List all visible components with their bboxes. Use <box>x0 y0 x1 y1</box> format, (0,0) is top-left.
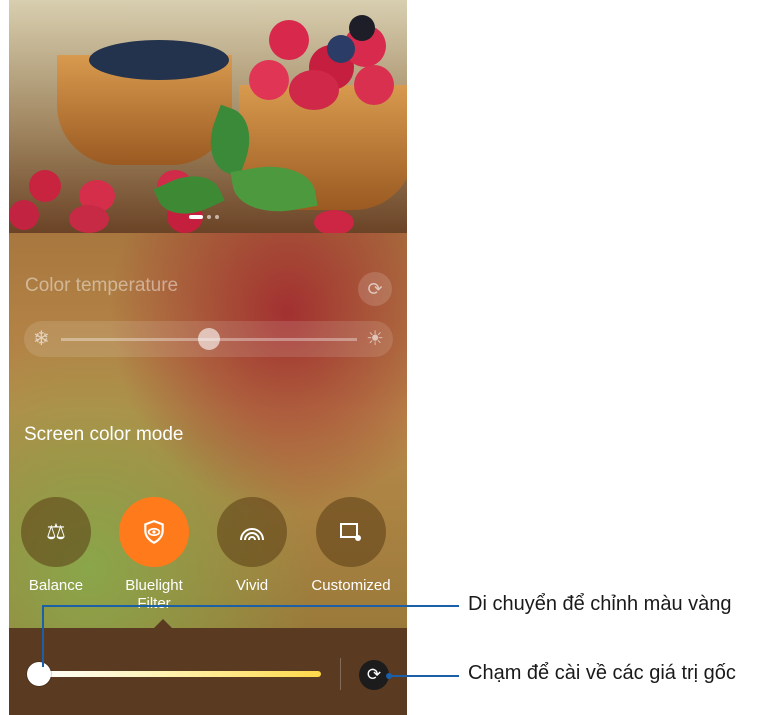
color-temperature-slider[interactable]: ❄ ☀ <box>24 321 393 357</box>
snowflake-icon: ❄ <box>33 328 50 350</box>
mode-bluelight-circle[interactable] <box>119 497 189 567</box>
temperature-thumb[interactable] <box>198 328 220 350</box>
settings-screen-icon <box>340 523 361 541</box>
rainbow-icon <box>240 528 264 541</box>
reset-callout-line <box>390 675 459 677</box>
selected-mode-pointer <box>154 619 172 628</box>
divider <box>340 658 341 690</box>
bluelight-level-thumb[interactable] <box>27 662 51 686</box>
scale-icon: ⚖ <box>46 519 66 544</box>
bluelight-filter-controls: ⟳ <box>9 628 407 715</box>
preview-photo <box>9 0 407 233</box>
mode-balance-circle[interactable]: ⚖ <box>21 497 91 567</box>
reset-callout-text: Chạm để cài về các giá trị gốc <box>468 662 736 684</box>
bluelight-level-track[interactable] <box>39 671 321 677</box>
page-indicator <box>189 215 219 219</box>
refresh-icon: ⟳ <box>366 665 382 684</box>
mode-vivid-label: Vivid <box>235 577 269 594</box>
display-settings-panel: Color temperature ⟳ ❄ ☀ Screen color mod… <box>9 233 407 628</box>
temperature-reset-button[interactable]: ⟳ <box>358 272 392 306</box>
mode-customized-label: Customized <box>311 577 391 594</box>
refresh-icon: ⟳ <box>367 278 383 299</box>
mode-vivid[interactable]: Vivid <box>207 497 297 595</box>
eye-shield-icon <box>144 520 164 545</box>
mode-balance-label: Balance <box>28 577 84 594</box>
sun-icon: ☀ <box>366 328 384 350</box>
slider-callout-line-vertical <box>42 605 44 667</box>
phone-screen: Color temperature ⟳ ❄ ☀ Screen color mod… <box>9 0 407 715</box>
mode-vivid-circle[interactable] <box>217 497 287 567</box>
bluelight-reset-button[interactable]: ⟳ <box>359 660 389 690</box>
screen-color-mode-label: Screen color mode <box>24 424 184 445</box>
mode-bluelight-label: Bluelight Filter <box>125 577 183 612</box>
mode-bluelight-filter[interactable]: Bluelight Filter <box>109 497 199 613</box>
slider-callout-line <box>44 605 459 607</box>
mode-balance[interactable]: ⚖ Balance <box>11 497 101 595</box>
mode-customized[interactable]: Customized <box>306 497 396 595</box>
mode-customized-circle[interactable] <box>316 497 386 567</box>
color-temperature-label: Color temperature <box>25 275 179 296</box>
slider-callout-text: Di chuyển để chỉnh màu vàng <box>468 593 732 615</box>
